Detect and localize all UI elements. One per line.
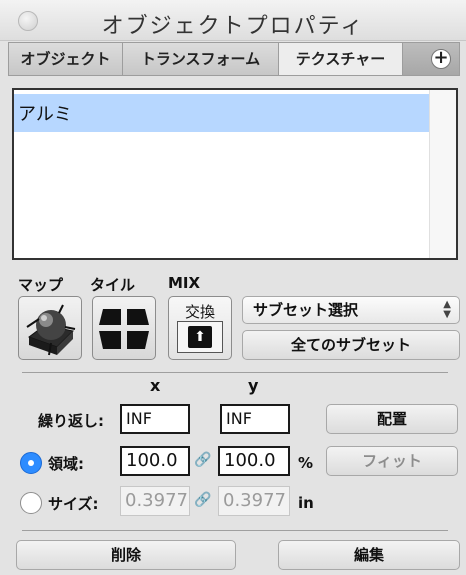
align-button[interactable]: 配置 [326,404,458,434]
tab-bar: オブジェクト トランスフォーム テクスチャー + [8,42,460,76]
area-label: 領域: [48,455,84,473]
mix-label: MIX [168,274,201,292]
repeat-label: 繰り返し: [38,412,104,430]
divider-bottom [22,530,448,531]
area-unit: % [298,454,314,472]
map-label: マップ [18,276,64,294]
tab-transform[interactable]: トランスフォーム [123,43,279,75]
size-unit: in [298,494,314,512]
area-x-input[interactable]: 100.0 [120,446,190,476]
all-subsets-button[interactable]: 全てのサブセット [242,330,460,360]
edit-button[interactable]: 編集 [278,540,460,570]
size-x-input[interactable]: 0.3977 [120,486,190,516]
subset-select-value: サブセット選択 [253,301,359,319]
size-y-input[interactable]: 0.3977 [218,486,290,516]
tile-button[interactable] [92,296,156,360]
tab-object[interactable]: オブジェクト [9,43,123,75]
lock-link-icon[interactable]: 🔗 [194,452,211,468]
mapping-sphere-icon [26,304,76,356]
size-label: サイズ: [48,495,99,513]
repeat-y-input[interactable]: INF [220,404,290,434]
swap-tray-icon: ⬆ [177,321,223,353]
y-axis-label: y [248,376,259,395]
texture-list-item[interactable]: アルミ [14,94,432,132]
upload-arrow-icon: ⬆ [188,326,212,348]
texture-list[interactable]: アルミ [12,88,458,260]
window-title: オブジェクトプロパティ [101,14,365,39]
title-bar: オブジェクトプロパティ [0,0,466,41]
size-radio[interactable] [20,492,42,514]
x-axis-label: x [150,376,161,395]
mapping-button[interactable] [18,296,82,360]
divider-top [22,372,448,373]
tile-grid-icon [99,309,149,349]
delete-button[interactable]: 削除 [16,540,236,570]
list-scrollbar[interactable] [429,90,456,258]
area-radio[interactable] [20,452,42,474]
fit-button[interactable]: フィット [326,446,458,476]
mix-swap-button[interactable]: 交換 ⬆ [168,296,232,360]
subset-select[interactable]: サブセット選択 ▲ ▼ [242,296,460,324]
plus-icon: + [431,49,451,69]
texture-list-item-label: アルミ [18,104,72,125]
select-updown-icon: ▲ ▼ [443,299,451,320]
tab-texture[interactable]: テクスチャー [279,43,403,75]
swap-label: 交換 [184,303,215,321]
repeat-x-input[interactable]: INF [120,404,190,434]
tile-label: タイル [90,276,136,294]
lock-link-disabled-icon: 🔗 [194,492,212,508]
tab-add-button[interactable]: + [403,43,459,75]
area-y-input[interactable]: 100.0 [218,446,290,476]
